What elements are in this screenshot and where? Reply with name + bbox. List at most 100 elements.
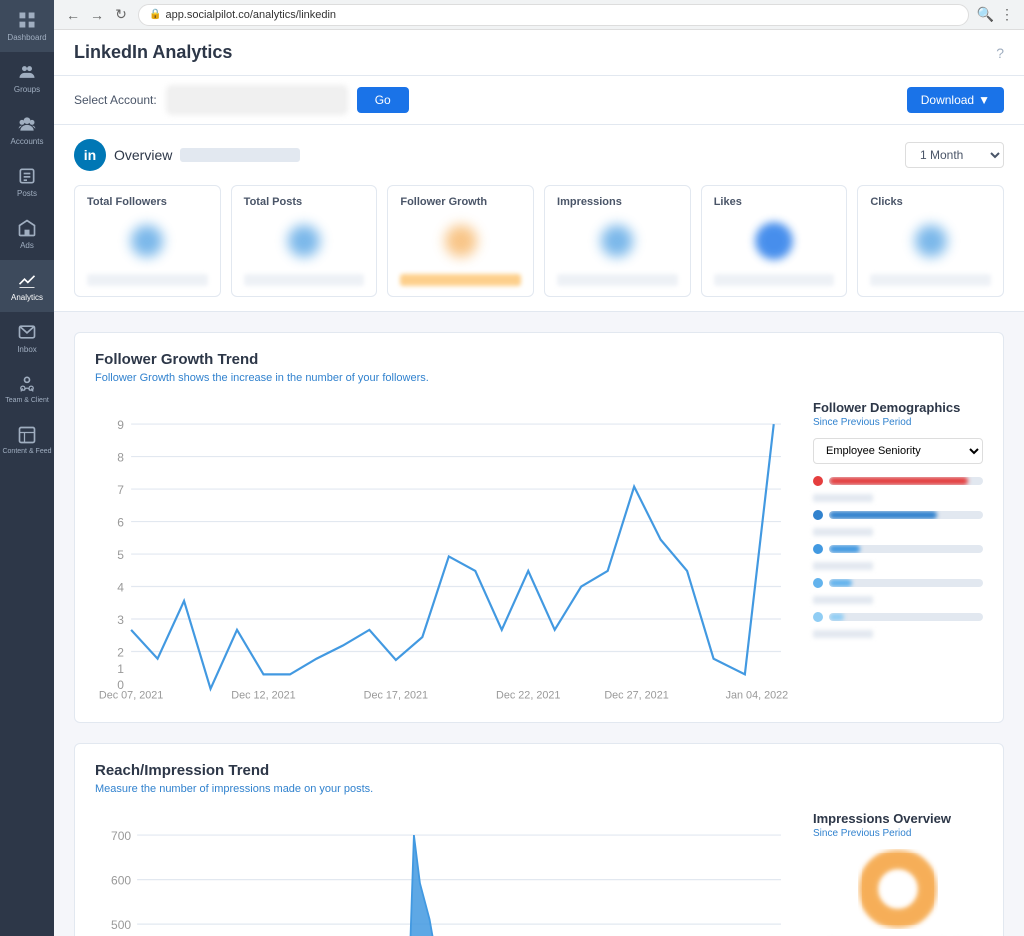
browser-icons: 🔍 ⋮	[977, 6, 1014, 23]
account-bar: Select Account: Go Download ▼	[54, 76, 1024, 125]
overview-title: Overview	[114, 147, 172, 163]
metric-footer	[400, 274, 521, 286]
lock-icon: 🔒	[149, 9, 161, 20]
svg-text:Dec 12, 2021: Dec 12, 2021	[231, 689, 295, 700]
svg-text:500: 500	[111, 918, 131, 932]
demo-dot-3	[813, 544, 823, 554]
sidebar-item-posts[interactable]: Posts	[0, 156, 54, 208]
metric-card-title: Impressions	[557, 196, 678, 208]
demo-bar-fill-5	[829, 613, 844, 621]
page-header: LinkedIn Analytics ?	[54, 30, 1024, 76]
metric-card-total-followers: Total Followers	[74, 185, 221, 297]
metric-visual-blob	[125, 219, 169, 263]
go-button[interactable]: Go	[357, 87, 409, 113]
svg-text:8: 8	[117, 450, 124, 464]
metric-footer	[244, 274, 365, 286]
chevron-down-icon: ▼	[978, 93, 990, 107]
demo-bar-bg-4	[829, 579, 983, 587]
demo-bar-bg-5	[829, 613, 983, 621]
demo-bar-row-4	[813, 578, 983, 588]
demo-bar-row-5	[813, 612, 983, 622]
donut-container	[813, 849, 983, 929]
download-button[interactable]: Download ▼	[907, 87, 1004, 113]
sidebar: Dashboard Groups Accounts Posts Ads Anal…	[0, 0, 54, 936]
svg-text:7: 7	[117, 483, 124, 497]
chart-main: 9 8 7 6 5 4 3 2 1 0	[95, 400, 793, 704]
sidebar-item-analytics[interactable]: Analytics	[0, 260, 54, 312]
sidebar-item-ads[interactable]: Ads	[0, 208, 54, 260]
demographics-panel: Follower Demographics Since Previous Per…	[813, 400, 983, 704]
metric-card-impressions: Impressions	[544, 185, 691, 297]
metric-card-title: Total Posts	[244, 196, 365, 208]
svg-text:6: 6	[117, 515, 124, 529]
help-icon[interactable]: ?	[996, 45, 1004, 61]
extensions-icon[interactable]: ⋮	[1000, 6, 1014, 23]
metric-card-likes: Likes	[701, 185, 848, 297]
demo-bar-bg-1	[829, 477, 983, 485]
demographics-since: Since Previous Period	[813, 417, 983, 428]
forward-button[interactable]: →	[88, 6, 106, 24]
svg-text:9: 9	[117, 418, 124, 432]
metric-card-clicks: Clicks	[857, 185, 1004, 297]
account-select-blurred[interactable]	[167, 86, 347, 114]
svg-text:Dec 22, 2021: Dec 22, 2021	[496, 689, 560, 700]
demo-bar-row-1	[813, 476, 983, 486]
metric-visual-blob	[439, 219, 483, 263]
metric-card-title: Likes	[714, 196, 835, 208]
reach-chart-container: 700 600 500 400 300 200 100	[95, 811, 983, 936]
impressions-overview-title: Impressions Overview	[813, 811, 983, 826]
growth-line	[131, 424, 774, 689]
metric-card-title: Total Followers	[87, 196, 208, 208]
demo-bar-fill-1	[829, 477, 968, 485]
browser-chrome: ← → ↻ 🔒 app.socialpilot.co/analytics/lin…	[54, 0, 1024, 30]
reach-area	[137, 835, 781, 936]
svg-text:1: 1	[117, 662, 124, 676]
metric-cards: Total Followers Total Posts Follow	[74, 185, 1004, 297]
svg-text:2: 2	[117, 645, 124, 659]
reach-impression-subtitle: Measure the number of impressions made o…	[95, 783, 983, 795]
svg-text:Jan 04, 2022: Jan 04, 2022	[726, 689, 789, 700]
demo-dot-5	[813, 612, 823, 622]
metric-visual-blob	[282, 219, 326, 263]
reach-impression-chart: 700 600 500 400 300 200 100	[95, 811, 793, 936]
follower-growth-section: Follower Growth Trend Follower Growth sh…	[74, 332, 1004, 723]
address-bar[interactable]: 🔒 app.socialpilot.co/analytics/linkedin	[138, 4, 969, 26]
reach-impression-section: Reach/Impression Trend Measure the numbe…	[74, 743, 1004, 936]
follower-growth-subtitle: Follower Growth shows the increase in th…	[95, 372, 983, 384]
sidebar-item-accounts[interactable]: Accounts	[0, 104, 54, 156]
metric-visual-blob	[752, 219, 796, 263]
refresh-button[interactable]: ↻	[112, 6, 130, 24]
chart-container: 9 8 7 6 5 4 3 2 1 0	[95, 400, 983, 704]
metric-footer	[714, 274, 835, 286]
browser-nav: ← → ↻	[64, 6, 130, 24]
metric-visual-blob	[909, 219, 953, 263]
period-select[interactable]: 1 Month 3 Months 6 Months 12 Months	[905, 142, 1004, 168]
demo-bar-fill-3	[829, 545, 860, 553]
account-label: Select Account:	[74, 93, 157, 107]
metric-card-title: Follower Growth	[400, 196, 521, 208]
svg-text:Dec 27, 2021: Dec 27, 2021	[604, 689, 668, 700]
demo-bar-row-2	[813, 510, 983, 520]
metric-card-total-posts: Total Posts	[231, 185, 378, 297]
svg-text:3: 3	[117, 613, 124, 627]
sidebar-item-groups[interactable]: Groups	[0, 52, 54, 104]
demo-dot-2	[813, 510, 823, 520]
linkedin-icon: in	[74, 139, 106, 171]
metric-visual-blob	[595, 219, 639, 263]
employee-seniority-select[interactable]: Employee Seniority	[813, 438, 983, 464]
main-content: LinkedIn Analytics ? Select Account: Go …	[54, 30, 1024, 936]
donut-chart	[858, 849, 938, 929]
sidebar-item-dashboard[interactable]: Dashboard	[0, 0, 54, 52]
back-button[interactable]: ←	[64, 6, 82, 24]
sidebar-item-content[interactable]: Content & Feed	[0, 415, 54, 466]
svg-text:600: 600	[111, 873, 131, 887]
search-icon[interactable]: 🔍	[977, 6, 994, 23]
overview-header: in Overview 1 Month 3 Months 6 Months 12…	[74, 139, 1004, 171]
demo-bar-bg-2	[829, 511, 983, 519]
svg-text:4: 4	[117, 580, 124, 594]
svg-text:700: 700	[111, 829, 131, 843]
metric-footer	[557, 274, 678, 286]
svg-text:5: 5	[117, 548, 124, 562]
sidebar-item-team[interactable]: Team & Client	[0, 364, 54, 415]
sidebar-item-inbox[interactable]: Inbox	[0, 312, 54, 364]
